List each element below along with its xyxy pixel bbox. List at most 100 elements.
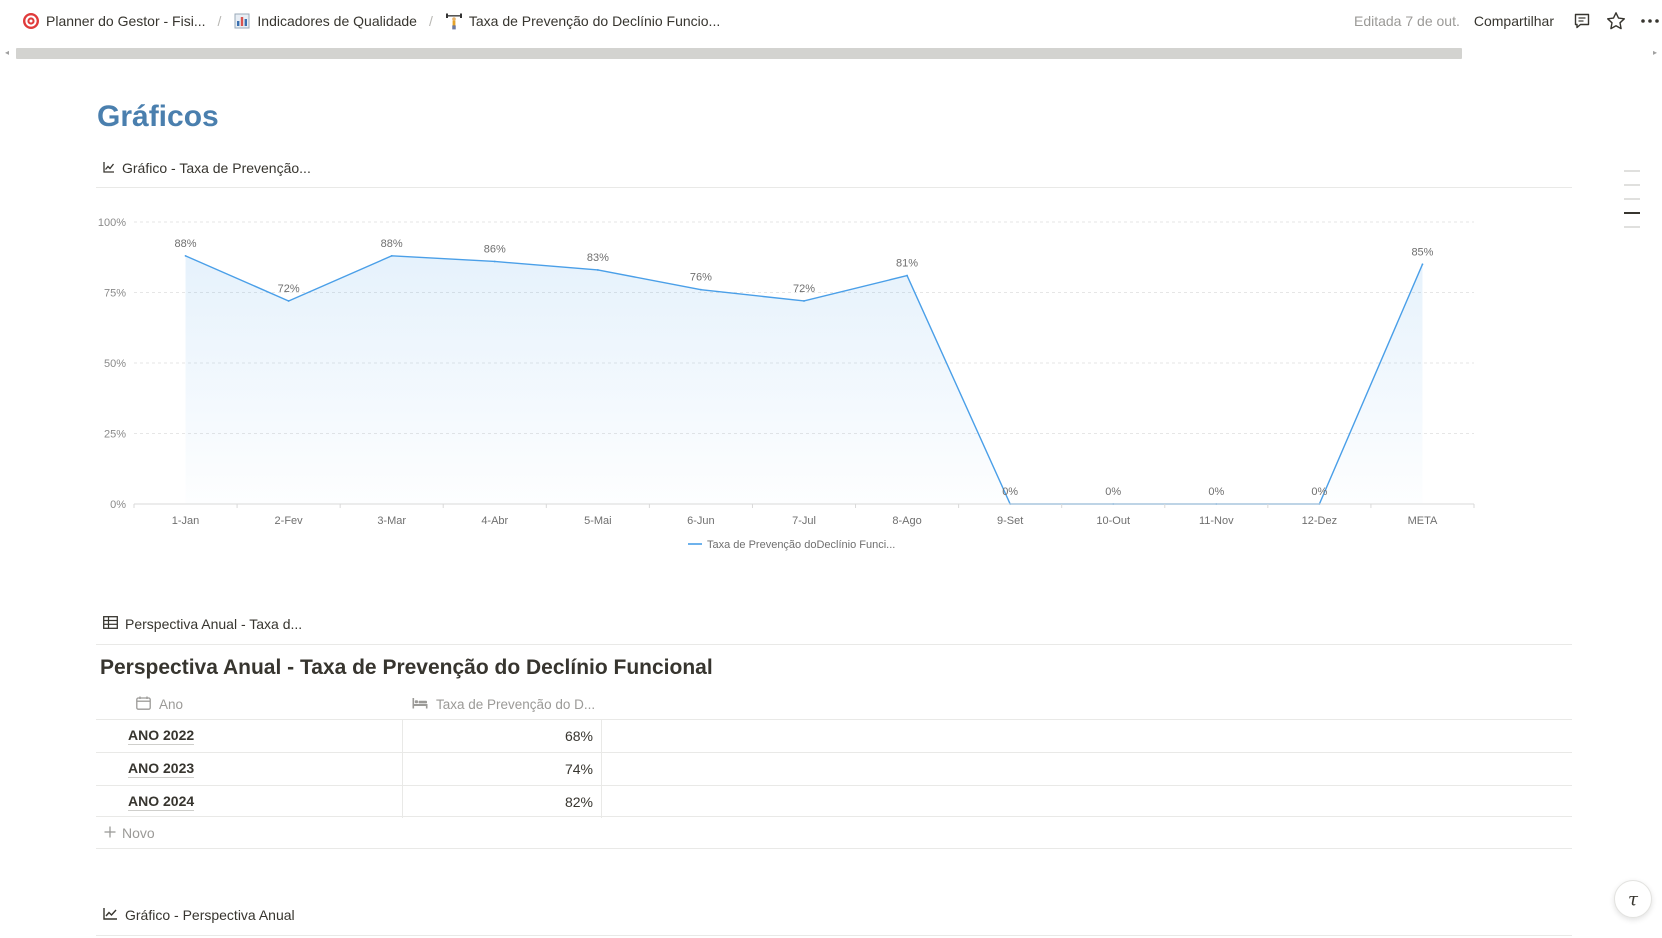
scroll-left-icon[interactable]: ◂ xyxy=(5,48,9,57)
legend-label[interactable]: Taxa de Prevenção doDeclínio Funci... xyxy=(707,539,895,551)
table-cell-taxa[interactable]: 74% xyxy=(402,753,602,785)
row-title[interactable]: ANO 2023 xyxy=(128,760,195,778)
view-tab-chart-taxa[interactable]: Gráfico - Taxa de Prevenção... xyxy=(103,160,311,176)
view-tab-table[interactable]: Perspectiva Anual - Taxa d... xyxy=(103,616,302,632)
row-title[interactable]: ANO 2022 xyxy=(128,727,195,745)
table-cell-ano[interactable]: ANO 2024 xyxy=(96,786,402,818)
breadcrumb-label: Taxa de Prevenção do Declínio Funcio... xyxy=(468,13,721,29)
breadcrumb-item-taxa[interactable]: Taxa de Prevenção do Declínio Funcio... xyxy=(441,10,724,32)
toc-line-active[interactable] xyxy=(1624,212,1640,214)
data-point[interactable] xyxy=(493,260,496,263)
view-tab-label: Gráfico - Taxa de Prevenção... xyxy=(122,160,311,176)
data-label: 88% xyxy=(381,238,403,250)
weightlifter-icon xyxy=(445,12,463,30)
breadcrumb-label: Planner do Gestor - Fisi... xyxy=(46,13,206,29)
breadcrumb-separator: / xyxy=(217,13,222,29)
scroll-right-icon[interactable]: ▸ xyxy=(1653,48,1657,57)
data-label: 85% xyxy=(1411,246,1433,258)
scrollbar-thumb[interactable] xyxy=(16,48,1462,59)
table-cell-taxa[interactable]: 68% xyxy=(402,720,602,752)
y-tick-label: 25% xyxy=(104,429,126,441)
toc-line[interactable] xyxy=(1624,198,1640,200)
table-row[interactable]: ANO 2022 68% xyxy=(96,719,1572,752)
toc-line[interactable] xyxy=(1624,170,1640,172)
table-of-contents[interactable] xyxy=(1624,170,1642,240)
column-header-label: Ano xyxy=(159,696,184,712)
y-tick-label: 75% xyxy=(104,288,126,300)
breadcrumb-label: Indicadores de Qualidade xyxy=(257,13,417,29)
x-tick-label: 8-Ago xyxy=(892,515,921,527)
data-label: 0% xyxy=(1105,486,1121,498)
data-label: 83% xyxy=(587,252,609,264)
bed-icon xyxy=(412,697,428,712)
page-heading: Gráficos xyxy=(97,100,219,133)
y-tick-label: 0% xyxy=(110,499,126,511)
data-point[interactable] xyxy=(596,269,599,271)
toc-line[interactable] xyxy=(1624,184,1640,186)
table-row[interactable]: ANO 2023 74% xyxy=(96,752,1572,785)
breadcrumb-item-indicadores[interactable]: Indicadores de Qualidade xyxy=(229,10,421,32)
bar-chart-icon xyxy=(233,12,251,30)
target-icon xyxy=(22,12,40,30)
divider xyxy=(96,187,1572,188)
x-tick-label: 4-Abr xyxy=(481,515,508,527)
data-label: 0% xyxy=(1208,486,1224,498)
data-label: 0% xyxy=(1002,486,1018,498)
data-label: 72% xyxy=(278,283,300,295)
new-row-label: Novo xyxy=(122,824,155,841)
new-row-button[interactable]: Novo xyxy=(96,816,1572,849)
data-label: 76% xyxy=(690,272,712,284)
table-cell-ano[interactable]: ANO 2023 xyxy=(96,753,402,785)
table-cell-ano[interactable]: ANO 2022 xyxy=(96,720,402,752)
toc-line[interactable] xyxy=(1624,226,1640,228)
share-button[interactable]: Compartilhar xyxy=(1474,13,1554,29)
column-header-label: Taxa de Prevenção do D... xyxy=(436,696,596,712)
x-tick-label: META xyxy=(1408,515,1438,527)
data-label: 81% xyxy=(896,258,918,270)
top-bar: Planner do Gestor - Fisi... / Indicadore… xyxy=(0,0,1662,42)
data-point[interactable] xyxy=(906,274,908,277)
x-tick-label: 6-Jun xyxy=(687,515,715,527)
data-point[interactable] xyxy=(1421,263,1424,266)
comment-icon[interactable] xyxy=(1570,9,1594,33)
x-tick-label: 12-Dez xyxy=(1302,515,1337,527)
divider xyxy=(96,644,1572,645)
data-point[interactable] xyxy=(700,288,702,291)
ai-assistant-icon: 𝜏 xyxy=(1628,888,1638,910)
data-label: 0% xyxy=(1311,486,1327,498)
table-cell-taxa[interactable]: 82% xyxy=(402,786,602,818)
breadcrumb-separator: / xyxy=(428,13,433,29)
data-label: 88% xyxy=(175,238,197,250)
y-tick-label: 50% xyxy=(104,358,126,370)
x-tick-label: 11-Nov xyxy=(1199,515,1234,527)
chart-svg: 88% 72% 88% 86% 83% 76% 72% 81% 0% 0% 0% 0% 85% 0% 25… xyxy=(98,217,1475,551)
x-tick-label: 9-Set xyxy=(997,515,1023,527)
star-icon[interactable] xyxy=(1604,9,1628,33)
breadcrumb-item-planner[interactable]: Planner do Gestor - Fisi... xyxy=(18,10,210,32)
more-options-icon[interactable] xyxy=(1638,9,1662,33)
x-tick-label: 3-Mar xyxy=(377,515,406,527)
data-label: 86% xyxy=(484,243,506,255)
data-point[interactable] xyxy=(803,300,805,302)
view-tab-label: Perspectiva Anual - Taxa d... xyxy=(125,616,303,632)
calendar-icon xyxy=(136,696,151,713)
y-tick-label: 100% xyxy=(98,217,126,229)
data-point[interactable] xyxy=(184,254,187,257)
view-tab-label: Gráfico - Perspectiva Anual xyxy=(125,907,295,923)
top-actions: Editada 7 de out. Compartilhar xyxy=(1354,0,1662,42)
breadcrumb: Planner do Gestor - Fisi... / Indicadore… xyxy=(18,0,724,42)
table-title: Perspectiva Anual - Taxa de Prevenção do… xyxy=(100,656,713,679)
line-chart-icon xyxy=(103,160,115,176)
table-row[interactable]: ANO 2024 82% xyxy=(96,785,1572,818)
view-tab-chart-anual[interactable]: Gráfico - Perspectiva Anual xyxy=(103,907,295,923)
data-point[interactable] xyxy=(287,300,290,302)
data-label: 72% xyxy=(793,283,815,295)
column-header-taxa[interactable]: Taxa de Prevenção do D... xyxy=(412,690,595,718)
row-title[interactable]: ANO 2024 xyxy=(128,793,195,811)
horizontal-scrollbar[interactable]: ◂ ▸ xyxy=(0,46,1662,60)
x-tick-label: 5-Mai xyxy=(584,515,612,527)
data-point[interactable] xyxy=(390,254,393,257)
column-header-ano[interactable]: Ano xyxy=(136,690,183,718)
ai-assistant-button[interactable]: 𝜏 xyxy=(1614,880,1652,918)
x-tick-label: 2-Fev xyxy=(275,515,304,527)
